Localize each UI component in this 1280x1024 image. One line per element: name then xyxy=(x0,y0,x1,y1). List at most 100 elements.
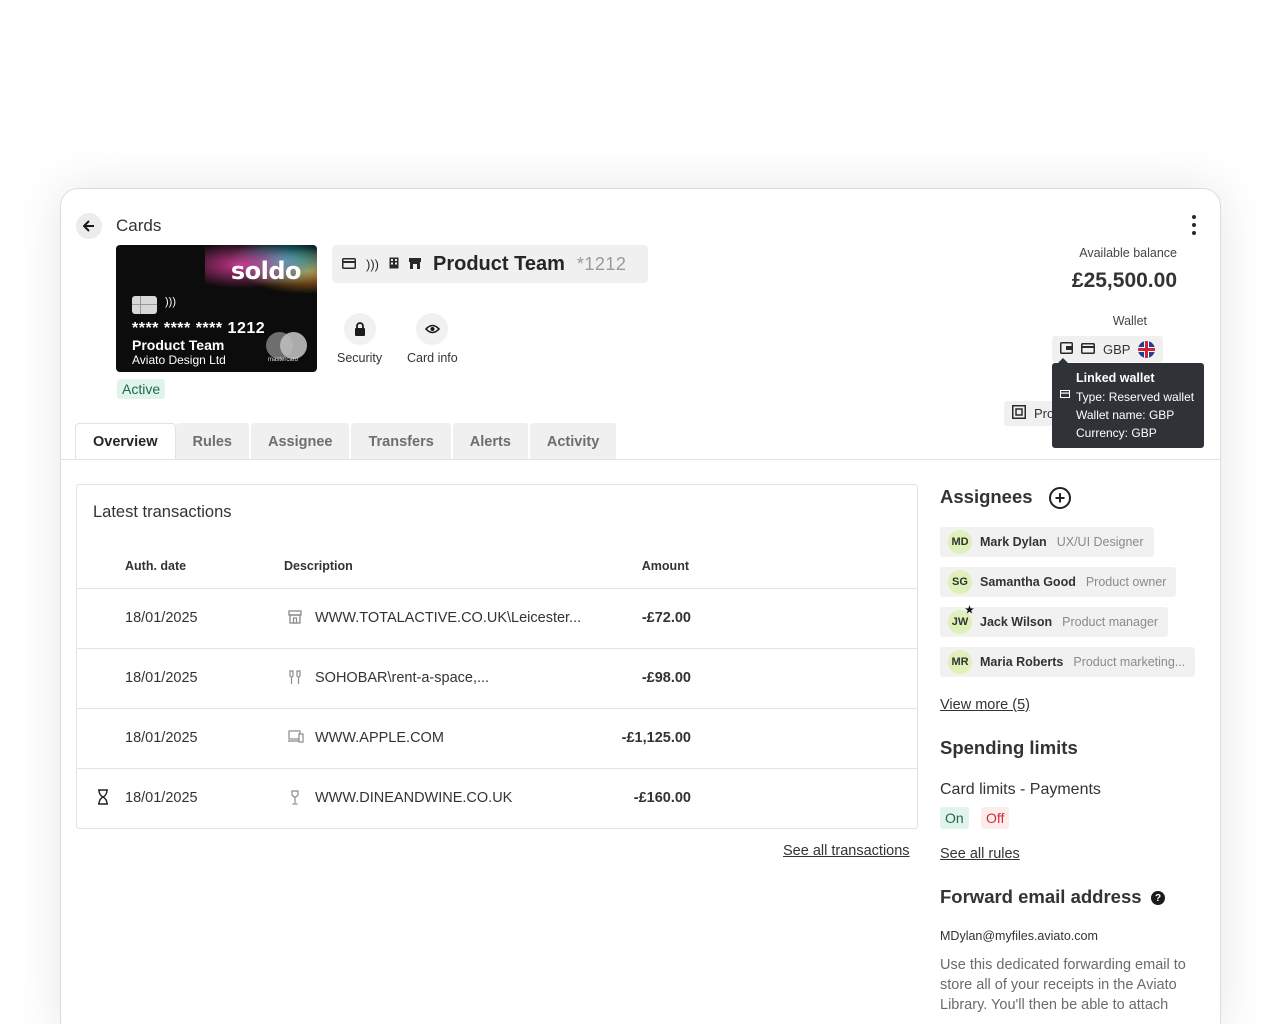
tooltip-currency: Currency: GBP xyxy=(1076,426,1157,440)
tab-overview[interactable]: Overview xyxy=(75,423,176,460)
page-title: Cards xyxy=(116,216,162,235)
status-badge: Active xyxy=(117,379,166,399)
spending-limits-heading: Spending limits xyxy=(940,737,1078,758)
assignee-name: Maria Roberts xyxy=(980,655,1064,669)
card-info-action[interactable]: Card info xyxy=(407,313,458,365)
card-company: Aviato Design Ltd xyxy=(132,353,226,367)
tab-assignee[interactable]: Assignee xyxy=(251,423,352,460)
transaction-description: WWW.TOTALACTIVE.CO.UK\Leicester... xyxy=(315,610,582,626)
tooltip-title: Linked wallet xyxy=(1076,371,1155,385)
view-more-assignees-link[interactable]: View more (5) xyxy=(940,697,1030,713)
card-title: Product Team xyxy=(433,252,565,275)
uk-flag-icon xyxy=(1138,340,1156,358)
tooltip-type: Type: Reserved wallet xyxy=(1076,390,1195,404)
assignee-chip[interactable]: JW ★ Jack Wilson Product manager xyxy=(940,605,1169,637)
more-options-icon[interactable] xyxy=(1190,215,1198,235)
drinks-icon xyxy=(288,670,302,686)
table-row[interactable]: 18/01/2025 WWW.APPLE.COM -£1,125.00 xyxy=(77,708,917,768)
assignees-heading: Assignees xyxy=(940,486,1033,507)
project-icon xyxy=(1012,405,1026,422)
tab-transfers[interactable]: Transfers xyxy=(351,423,453,460)
transaction-description: WWW.APPLE.COM xyxy=(315,730,444,746)
contactless-icon: ))) xyxy=(165,296,176,308)
tab-rules[interactable]: Rules xyxy=(175,423,251,460)
wine-glass-icon xyxy=(288,790,302,806)
transaction-description: WWW.DINEANDWINE.CO.UK xyxy=(315,790,513,806)
transaction-amount: -£98.00 xyxy=(641,670,691,686)
transaction-amount: -£1,125.00 xyxy=(621,730,691,746)
transaction-amount: -£160.00 xyxy=(633,790,691,806)
card-network: mastercard xyxy=(268,357,299,363)
avatar: SG xyxy=(948,570,972,594)
mastercard-logo-icon xyxy=(266,332,310,360)
avatar: MD xyxy=(948,530,972,554)
limits-off-badge[interactable]: Off xyxy=(981,807,1010,829)
lock-icon xyxy=(343,313,376,345)
card-icon xyxy=(342,257,356,272)
help-icon[interactable]: ? xyxy=(1151,891,1165,905)
back-button[interactable] xyxy=(76,213,102,239)
column-header-description: Description xyxy=(284,559,353,573)
assignee-role: Product manager xyxy=(1062,615,1159,629)
building-icon xyxy=(389,257,399,272)
table-row[interactable]: 18/01/2025 WWW.DINEANDWINE.CO.UK -£160.0… xyxy=(77,768,917,828)
table-row[interactable]: 18/01/2025 SOHOBAR\rent-a-space,... -£98… xyxy=(77,648,917,708)
tab-alerts[interactable]: Alerts xyxy=(452,423,530,460)
table-row[interactable]: 18/01/2025 WWW.TOTALACTIVE.CO.UK\Leicest… xyxy=(77,588,917,648)
wallet-icon xyxy=(1060,341,1073,357)
store-icon xyxy=(409,257,421,272)
card-image: soldo ))) **** **** **** 1212 Product Te… xyxy=(116,245,317,372)
assignee-name: Jack Wilson xyxy=(980,615,1053,629)
chip-icon xyxy=(132,296,157,314)
see-all-rules-link[interactable]: See all rules xyxy=(940,846,1020,862)
balance-value: £25,500.00 xyxy=(1071,269,1177,292)
security-label: Security xyxy=(337,351,383,365)
contactless-icon: ))) xyxy=(366,256,379,272)
column-header-amount: Amount xyxy=(641,559,689,573)
forward-email-heading: Forward email address xyxy=(940,886,1142,907)
limits-on-badge[interactable]: On xyxy=(940,807,969,829)
add-assignee-icon[interactable]: + xyxy=(1049,487,1071,509)
app-window: Cards soldo ))) **** **** **** 1212 Prod… xyxy=(60,188,1221,1024)
star-icon: ★ xyxy=(965,605,974,616)
hourglass-icon xyxy=(97,789,109,810)
card-holder-name: Product Team xyxy=(132,337,225,353)
assignee-chip[interactable]: MD Mark Dylan UX/UI Designer xyxy=(940,527,1154,557)
assignee-role: Product owner xyxy=(1085,575,1167,589)
transaction-date: 18/01/2025 xyxy=(125,730,198,746)
card-last-digits: *1212 xyxy=(576,253,627,274)
transaction-amount: -£72.00 xyxy=(641,610,691,626)
assignee-chip[interactable]: SG Samantha Good Product owner xyxy=(940,567,1177,597)
tooltip-wallet-name: Wallet name: GBP xyxy=(1076,408,1175,422)
store-icon xyxy=(288,610,302,626)
card-number: **** **** **** 1212 xyxy=(132,320,266,337)
see-all-transactions-link[interactable]: See all transactions xyxy=(783,843,910,859)
card-brand-logo: soldo xyxy=(230,257,302,285)
arrow-left-icon xyxy=(83,220,94,232)
forward-email-description: Use this dedicated forwarding email to s… xyxy=(940,957,1186,1013)
transaction-description: SOHOBAR\rent-a-space,... xyxy=(315,670,490,686)
assignee-name: Mark Dylan xyxy=(980,535,1047,549)
avatar: MR xyxy=(948,650,972,674)
card-limits-label: Card limits - Payments xyxy=(940,781,1101,798)
assignee-role: UX/UI Designer xyxy=(1056,535,1144,549)
avatar: JW ★ xyxy=(948,605,974,634)
balance-label: Available balance xyxy=(1079,246,1177,260)
wallet-selector[interactable]: GBP xyxy=(1052,336,1164,362)
column-header-date: Auth. date xyxy=(125,559,187,573)
assignee-chip[interactable]: MR Maria Roberts Product marketing... xyxy=(940,647,1196,677)
assignee-role: Product marketing... xyxy=(1073,655,1186,669)
security-action[interactable]: Security xyxy=(337,313,382,365)
tab-activity[interactable]: Activity xyxy=(529,423,619,460)
transactions-heading: Latest transactions xyxy=(93,503,232,521)
tab-divider xyxy=(61,459,1220,460)
card-title-bar: ))) Product Team *1212 xyxy=(332,245,648,283)
wallet-label: Wallet xyxy=(1112,314,1147,328)
wallet-tooltip: Linked wallet Type: Reserved wallet Wall… xyxy=(1052,358,1204,448)
transaction-date: 18/01/2025 xyxy=(125,790,198,806)
card-icon xyxy=(1081,342,1095,357)
transaction-date: 18/01/2025 xyxy=(125,610,198,626)
transaction-date: 18/01/2025 xyxy=(125,670,198,686)
assignee-name: Samantha Good xyxy=(980,575,1076,589)
forward-email-address[interactable]: MDylan@myfiles.aviato.com xyxy=(940,929,1098,943)
